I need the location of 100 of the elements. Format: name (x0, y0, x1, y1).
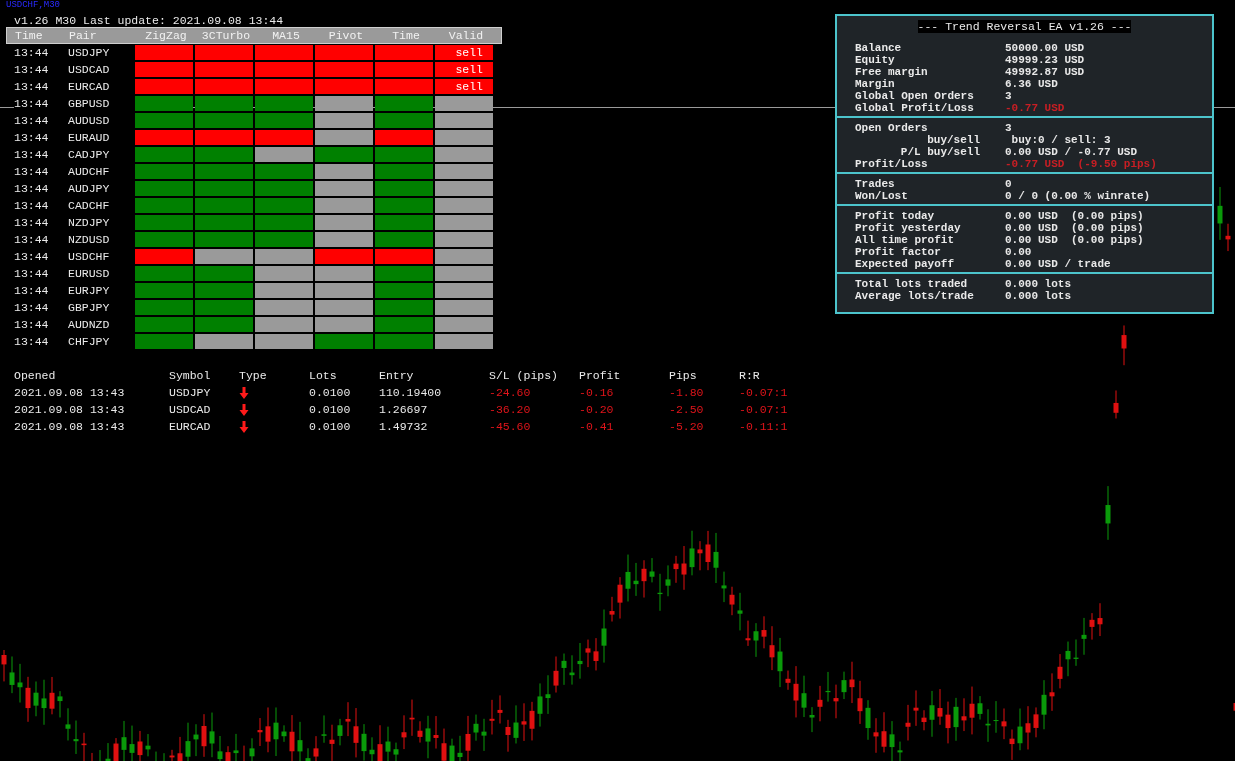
candle (513, 704, 519, 744)
candle (585, 639, 591, 668)
candle (1033, 706, 1039, 738)
candle (329, 724, 335, 761)
column-header: 3CTurbo (200, 28, 252, 43)
candle (9, 656, 15, 694)
candle (809, 706, 815, 733)
candle (1105, 485, 1111, 541)
candle (561, 653, 567, 686)
candle (793, 665, 799, 718)
candle (305, 747, 311, 761)
candle (1225, 223, 1231, 252)
candle (425, 715, 431, 759)
candle (569, 654, 575, 686)
candle (785, 670, 791, 691)
candle (905, 704, 911, 741)
candle (1057, 653, 1063, 689)
stat-value: 6.36 USD (1005, 78, 1059, 90)
candle (193, 723, 199, 757)
candle (601, 609, 607, 664)
profit-cell-text: -0.41 (579, 419, 615, 434)
stat-value: -0.77 USD (-9.50 pips) (1005, 158, 1158, 170)
column-header: Pivot (327, 28, 365, 43)
column-header: ZigZag (144, 28, 188, 43)
candle (681, 545, 687, 591)
candle (257, 717, 263, 747)
valid-cell: sell (435, 79, 493, 94)
stat-value: 50000.00 USD (1005, 42, 1086, 54)
candle (225, 745, 231, 761)
candle (369, 736, 375, 761)
candle (929, 690, 935, 738)
candle (209, 712, 215, 758)
candle (841, 671, 847, 700)
candle (689, 530, 695, 576)
candle (265, 707, 271, 753)
stat-value: 0.00 USD / trade (1005, 258, 1112, 270)
candle (1113, 390, 1119, 419)
candle (361, 723, 367, 761)
candle (961, 697, 967, 732)
candle (889, 720, 895, 761)
candle (857, 680, 863, 725)
stat-value: 0 / 0 (0.00 % winrate) (1005, 190, 1152, 202)
candle (953, 697, 959, 742)
candle (473, 714, 479, 742)
candle (401, 714, 407, 750)
stat-label: Profit today (855, 210, 936, 222)
candle (449, 738, 455, 761)
candle (553, 656, 559, 693)
candle (849, 661, 855, 704)
candle (33, 681, 39, 717)
valid-cell: sell (435, 45, 493, 60)
candle (345, 701, 351, 737)
candle (337, 718, 343, 746)
stat-label: Expected payoff (855, 258, 956, 270)
stat-value: 3 (1005, 122, 1012, 134)
candle (649, 557, 655, 583)
candle (217, 735, 223, 761)
candle (625, 554, 631, 602)
stat-value: 3 (1005, 90, 1013, 102)
column-header: Pair (69, 28, 98, 43)
candle (1041, 679, 1047, 730)
column-header: Time (391, 28, 421, 43)
stat-label: Profit/Loss (855, 158, 929, 170)
candle (521, 702, 527, 742)
sl-cell-text: -24.60 (489, 385, 532, 400)
candle (289, 714, 295, 761)
candle (17, 663, 23, 703)
stat-value: 0 (1005, 178, 1013, 190)
candle (657, 573, 663, 612)
candle (673, 555, 679, 584)
candle (481, 718, 487, 752)
stat-value: 0.00 USD / -0.77 USD (1005, 146, 1139, 158)
candle (409, 699, 415, 737)
candle (313, 735, 319, 761)
candle (489, 699, 495, 735)
stat-label: P/L buy/sell (899, 146, 980, 158)
candle (145, 733, 151, 757)
candle (1009, 729, 1015, 761)
candle (801, 675, 807, 718)
candle (441, 728, 447, 761)
chart-symbol: USDCHF,M30 (6, 0, 61, 10)
candle (705, 530, 711, 571)
stat-label: Profit factor (855, 246, 942, 258)
candle (545, 674, 551, 715)
stat-value: -0.77 USD (1005, 102, 1066, 114)
profit-cell-text: -0.20 (579, 402, 615, 417)
candle (753, 622, 759, 658)
candle (49, 676, 55, 715)
candle (273, 706, 279, 757)
candle (985, 708, 991, 743)
candle (505, 719, 511, 753)
stat-label: Global Open Orders (855, 90, 975, 102)
candle (825, 671, 831, 703)
candle (633, 562, 639, 597)
stat-label: All time profit (855, 234, 956, 246)
candle (385, 726, 391, 761)
panel-title: --- Trend Reversal EA v1.26 --- (917, 20, 1132, 33)
stat-value: 0.00 (1005, 246, 1033, 258)
pips-cell-text: -5.20 (669, 419, 705, 434)
candle (497, 694, 503, 725)
